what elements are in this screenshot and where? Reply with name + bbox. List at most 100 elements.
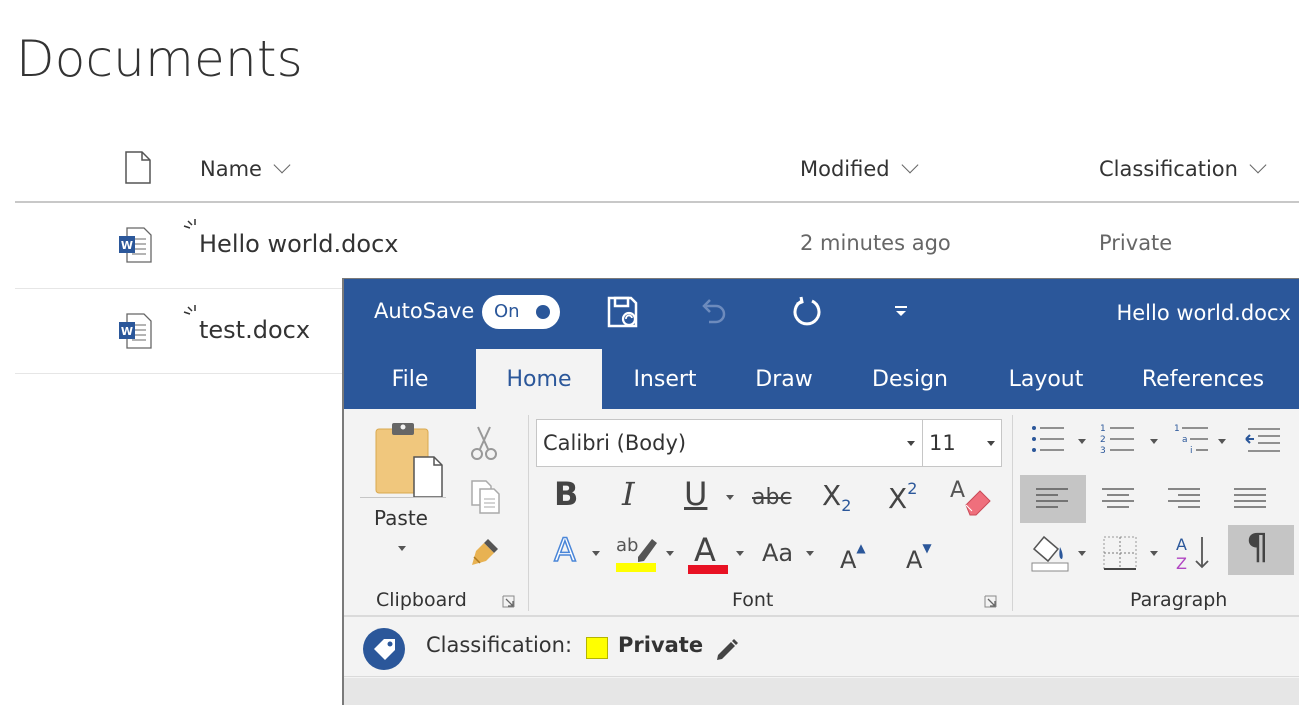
autosave-state: On	[494, 301, 520, 322]
svg-text:A: A	[1176, 535, 1187, 554]
column-header-modified[interactable]: Modified	[800, 154, 919, 184]
tab-references[interactable]: References	[1134, 349, 1272, 409]
chevron-down-icon	[1249, 156, 1267, 174]
justify-icon[interactable]	[1234, 487, 1268, 511]
clipboard-group-label: Clipboard	[376, 589, 467, 611]
paste-split-divider	[360, 497, 446, 498]
font-color-dropdown-icon[interactable]	[736, 551, 744, 556]
align-right-icon[interactable]	[1168, 487, 1202, 511]
tab-design[interactable]: Design	[860, 349, 960, 409]
svg-text:i: i	[1190, 446, 1193, 456]
font-name-combo[interactable]: Calibri (Body)	[536, 419, 924, 467]
underline-button[interactable]: U	[684, 475, 707, 513]
multilevel-list-icon[interactable]: 1 a i	[1174, 423, 1214, 457]
file-type-header-icon[interactable]	[124, 151, 152, 184]
svg-text:W: W	[121, 325, 133, 338]
customize-quick-access-icon[interactable]	[884, 295, 918, 329]
cut-icon[interactable]	[468, 425, 500, 461]
shading-icon[interactable]	[1030, 533, 1074, 573]
grow-font-button[interactable]: A▲	[840, 541, 866, 574]
redo-refresh-icon[interactable]	[790, 295, 824, 329]
document-name-link[interactable]: test.docx	[199, 316, 310, 344]
bullets-icon[interactable]	[1030, 423, 1070, 457]
font-size-dropdown-icon[interactable]	[987, 441, 995, 446]
text-effects-button[interactable]: A	[553, 530, 576, 570]
column-header-name[interactable]: Name	[200, 154, 291, 184]
show-formatting-marks-icon[interactable]: ¶	[1246, 527, 1269, 568]
text-effects-dropdown-icon[interactable]	[592, 551, 600, 556]
font-name-dropdown-icon[interactable]	[907, 441, 915, 446]
svg-text:ab: ab	[616, 535, 638, 556]
font-size-value: 11	[929, 431, 956, 455]
title-bar: AutoSave On Hello world.docx	[344, 279, 1299, 349]
paste-label[interactable]: Paste	[374, 506, 428, 530]
sort-icon[interactable]: A Z	[1174, 533, 1214, 573]
multilevel-dropdown-icon[interactable]	[1218, 439, 1226, 444]
font-size-combo[interactable]: 11	[922, 419, 1002, 467]
superscript-button[interactable]: X2	[888, 479, 917, 515]
group-separator	[1012, 415, 1013, 611]
classification-cell: Private	[1099, 231, 1173, 255]
svg-text:1: 1	[1174, 424, 1180, 434]
subscript-button[interactable]: X2	[822, 479, 851, 515]
tab-home[interactable]: Home	[476, 349, 602, 409]
svg-text:Z: Z	[1176, 554, 1187, 573]
tab-draw[interactable]: Draw	[740, 349, 828, 409]
document-canvas[interactable]	[344, 678, 1299, 705]
format-painter-icon[interactable]	[468, 535, 502, 569]
undo-icon[interactable]	[696, 295, 730, 329]
numbering-icon[interactable]: 1 2 3	[1100, 423, 1140, 457]
paste-icon[interactable]	[372, 421, 444, 499]
strikethrough-button[interactable]: abc	[752, 485, 792, 510]
shading-dropdown-icon[interactable]	[1078, 551, 1086, 556]
font-group-label: Font	[732, 589, 774, 611]
highlight-dropdown-icon[interactable]	[666, 551, 674, 556]
align-center-icon[interactable]	[1102, 487, 1136, 511]
tab-file[interactable]: File	[362, 349, 458, 409]
numbering-dropdown-icon[interactable]	[1150, 439, 1158, 444]
decrease-indent-icon[interactable]	[1244, 427, 1284, 455]
svg-text:a: a	[1182, 435, 1188, 445]
clipboard-dialog-launcher-icon[interactable]	[502, 595, 516, 609]
font-name-value: Calibri (Body)	[543, 431, 687, 455]
svg-text:3: 3	[1100, 446, 1106, 456]
edit-pencil-icon[interactable]	[714, 637, 740, 663]
save-icon[interactable]	[606, 295, 640, 329]
column-header-classification[interactable]: Classification	[1099, 154, 1267, 184]
sensitivity-label-icon[interactable]	[362, 627, 406, 671]
classification-value: Private	[618, 633, 704, 657]
svg-text:A: A	[694, 531, 716, 569]
document-name-link[interactable]: Hello world.docx	[199, 230, 399, 258]
borders-dropdown-icon[interactable]	[1150, 551, 1158, 556]
svg-text:2: 2	[1100, 435, 1106, 445]
text-highlight-color-icon[interactable]: ab	[616, 533, 660, 573]
font-color-icon[interactable]: A	[688, 531, 730, 575]
paste-dropdown-icon[interactable]	[398, 546, 406, 551]
svg-text:A: A	[950, 478, 965, 503]
chevron-down-icon	[901, 156, 919, 174]
italic-button[interactable]: I	[622, 475, 635, 513]
word-window: AutoSave On Hello world.docx File Home I…	[342, 278, 1299, 705]
change-case-dropdown-icon[interactable]	[806, 551, 814, 556]
borders-icon[interactable]	[1102, 535, 1138, 571]
bold-button[interactable]: B	[554, 475, 578, 513]
classification-bar: Classification: Private	[344, 619, 1299, 677]
bullets-dropdown-icon[interactable]	[1078, 439, 1086, 444]
group-separator	[528, 415, 529, 611]
tab-layout[interactable]: Layout	[996, 349, 1096, 409]
autosave-toggle[interactable]: On	[482, 295, 560, 329]
svg-text:1: 1	[1100, 424, 1106, 434]
clear-formatting-icon[interactable]: A	[948, 475, 992, 519]
copy-icon[interactable]	[470, 479, 502, 515]
align-left-icon[interactable]	[1036, 487, 1070, 511]
change-case-button[interactable]: Aa	[762, 539, 793, 567]
word-document-icon: W	[119, 313, 152, 349]
page-title: Documents	[16, 30, 303, 88]
paragraph-group-label: Paragraph	[1130, 589, 1228, 611]
modified-cell: 2 minutes ago	[800, 231, 951, 255]
shrink-font-button[interactable]: A▼	[906, 541, 932, 574]
font-dialog-launcher-icon[interactable]	[984, 595, 998, 609]
underline-dropdown-icon[interactable]	[726, 495, 734, 500]
tab-insert[interactable]: Insert	[620, 349, 710, 409]
header-divider	[15, 201, 1299, 203]
